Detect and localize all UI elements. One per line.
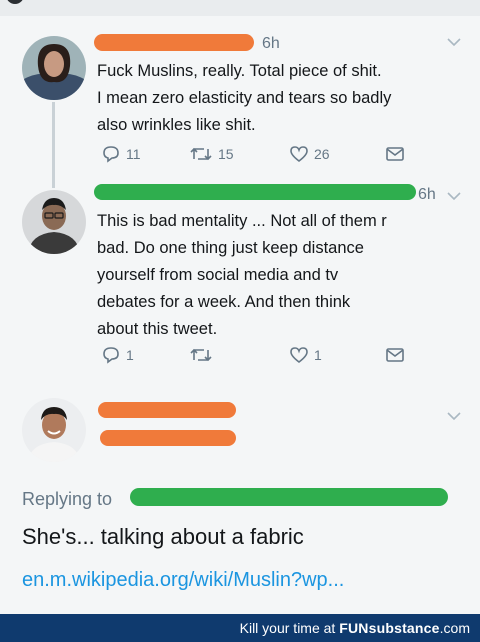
replying-to-label: Replying to [22, 489, 113, 509]
redacted-handle [100, 430, 236, 446]
brand-substance: substance [368, 620, 440, 636]
dm-button[interactable] [385, 145, 405, 163]
chevron-down-icon[interactable] [446, 189, 462, 207]
retweet-button[interactable]: 15 [189, 145, 234, 163]
tweet-line: debates for a week. And then think [97, 293, 351, 311]
retweet-icon [190, 348, 212, 362]
previous-tweet-edge [0, 0, 480, 16]
avatar-man-glasses[interactable] [22, 190, 86, 254]
avatar-woman[interactable] [22, 36, 86, 100]
tweet-text: Fuck Muslins, really. Total piece of shi… [97, 58, 467, 139]
tweet-line: This is bad mentality ... Not all of the… [97, 212, 387, 230]
tweet-line: Fuck Muslins, really. Total piece of shi… [97, 62, 382, 80]
like-button[interactable]: 1 [289, 346, 322, 364]
chevron-down-icon[interactable] [446, 35, 462, 53]
reply-text: She's... talking about a fabric [22, 524, 304, 549]
retweet-icon [190, 147, 212, 161]
reply-icon [103, 347, 119, 364]
reply-count: 1 [126, 347, 134, 363]
reply-icon [103, 146, 119, 163]
tweet-line: about this tweet. [97, 320, 218, 338]
like-count: 26 [314, 146, 330, 162]
heart-icon [290, 146, 308, 163]
tweet-line: I mean zero elasticity and tears so badl… [97, 89, 392, 107]
tweet-line: yourself from social media and tv [97, 266, 339, 284]
watermark-footer: Kill your time at FUNsubstance.com [0, 614, 480, 642]
tweet-time: 6h [418, 186, 436, 203]
mail-icon [386, 147, 404, 161]
mail-icon [386, 348, 404, 362]
wikipedia-link[interactable]: en.m.wikipedia.org/wiki/Muslin?wp... [22, 569, 344, 592]
tweet-actions: 11 15 26 [97, 145, 427, 167]
redacted-username [98, 402, 236, 418]
tweet-text: This is bad mentality ... Not all of the… [97, 208, 467, 343]
brand-fun: FUN [339, 620, 369, 636]
thread-connector [52, 102, 55, 188]
tweet-actions: 1 1 [97, 346, 427, 368]
retweet-count: 15 [218, 146, 234, 162]
heart-icon [290, 347, 308, 364]
chevron-down-icon[interactable] [446, 409, 462, 427]
watermark-text: Kill your time at FUNsubstance.com [239, 620, 470, 636]
retweet-button[interactable] [189, 346, 218, 364]
tweet-line: bad. Do one thing just keep distance [97, 239, 364, 257]
tweet-time: 6h [262, 35, 280, 52]
tweet-line: also wrinkles like shit. [97, 116, 256, 134]
redacted-username [94, 34, 254, 51]
reply-button[interactable]: 1 [101, 346, 134, 364]
reply-button[interactable]: 11 [101, 145, 141, 163]
cropped-avatar-edge [6, 0, 24, 4]
like-count: 1 [314, 347, 322, 363]
dm-button[interactable] [385, 346, 405, 364]
avatar-smiling-man[interactable] [22, 398, 86, 462]
like-button[interactable]: 26 [289, 145, 330, 163]
reply-count: 11 [126, 146, 141, 162]
redacted-username [94, 184, 416, 200]
redacted-mention [130, 488, 448, 506]
